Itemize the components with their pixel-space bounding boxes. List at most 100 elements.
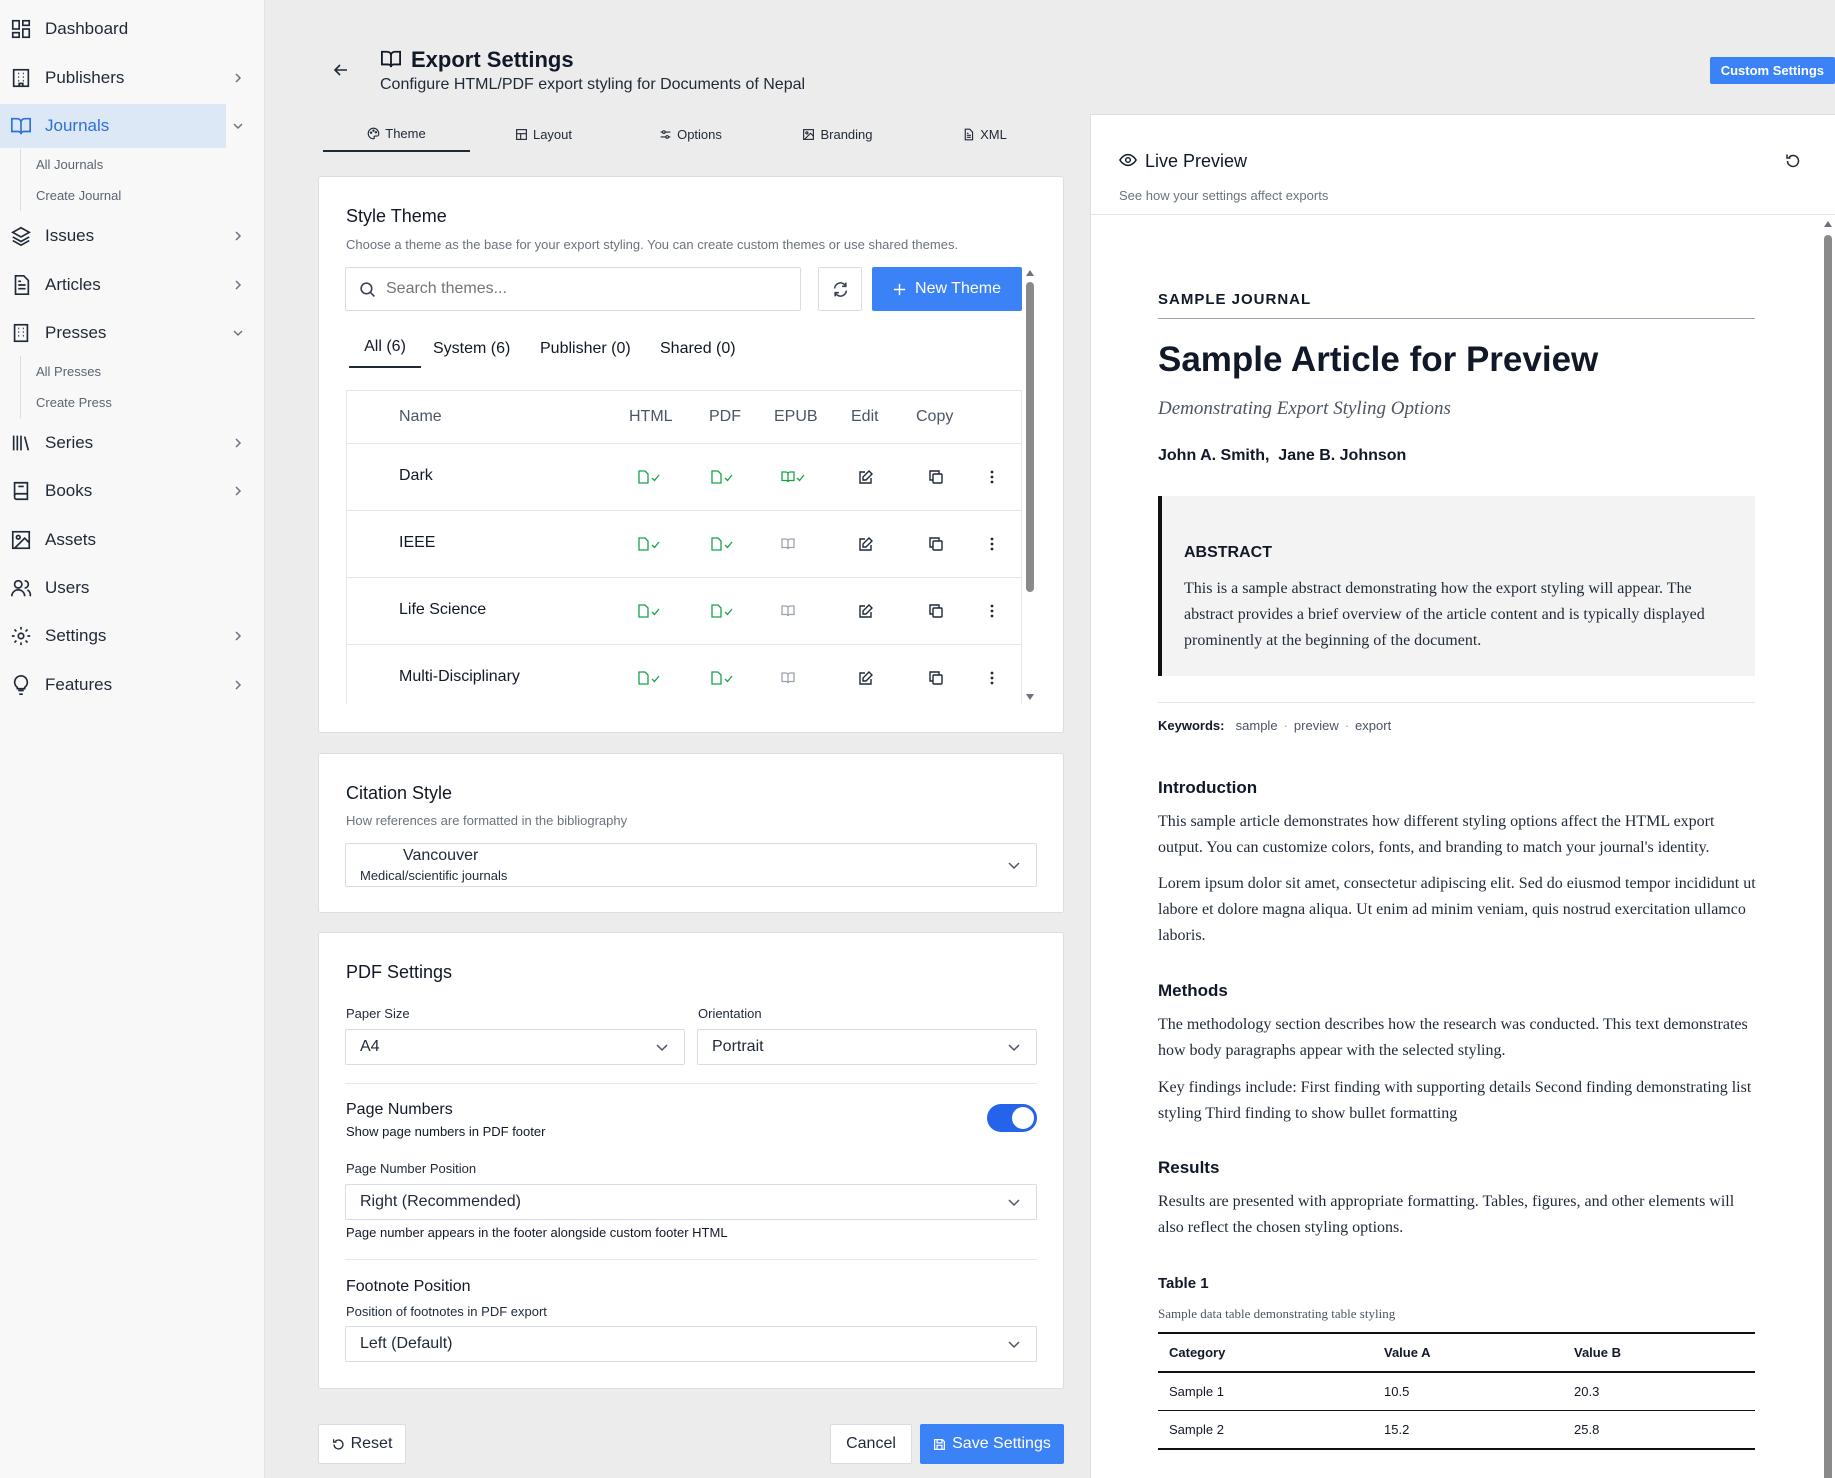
table-row[interactable]: Multi-Disciplinary xyxy=(346,644,1022,710)
tab-layout[interactable]: Layout xyxy=(470,116,617,152)
sidebar-item-series[interactable]: Series xyxy=(0,421,264,465)
sidebar-item-label: Features xyxy=(45,675,113,694)
reset-button[interactable]: Reset xyxy=(318,1424,406,1464)
layout-icon xyxy=(516,128,527,140)
sidebar-item-users[interactable]: Users xyxy=(0,566,264,610)
more-vertical-icon[interactable] xyxy=(990,469,994,485)
page-numbers-toggle[interactable] xyxy=(987,1104,1037,1132)
table-header: Value B xyxy=(1563,1332,1755,1373)
filter-shared[interactable]: Shared (0) xyxy=(660,326,736,372)
edit-icon[interactable] xyxy=(858,670,874,686)
author: John A. Smith, xyxy=(1158,447,1270,464)
filter-publisher[interactable]: Publisher (0) xyxy=(540,326,631,372)
building-icon xyxy=(12,68,30,88)
subnav-create-journal[interactable]: Create Journal xyxy=(21,180,121,211)
custom-settings-button[interactable]: Custom Settings xyxy=(1709,57,1835,84)
refresh-preview-icon[interactable] xyxy=(1785,153,1801,169)
chevron-right-icon xyxy=(235,486,242,496)
chevron-right-icon xyxy=(235,438,242,448)
tab-label: Options xyxy=(677,126,722,142)
scroll-up-icon xyxy=(1824,221,1832,227)
copy-icon[interactable] xyxy=(928,536,944,552)
subnav-all-journals[interactable]: All Journals xyxy=(21,149,121,180)
edit-icon[interactable] xyxy=(858,603,874,619)
copy-icon[interactable] xyxy=(928,603,944,619)
new-theme-button[interactable]: New Theme xyxy=(872,267,1022,311)
more-vertical-icon[interactable] xyxy=(990,603,994,619)
footnote-position-desc: Position of footnotes in PDF export xyxy=(346,1304,547,1319)
tab-xml[interactable]: XML xyxy=(911,116,1058,152)
sidebar-item-articles[interactable]: Articles xyxy=(0,263,264,307)
divider xyxy=(1091,214,1835,215)
paper-size-value: A4 xyxy=(360,1038,380,1055)
cancel-button[interactable]: Cancel xyxy=(830,1424,912,1464)
palette-icon xyxy=(367,127,380,139)
more-vertical-icon[interactable] xyxy=(990,536,994,552)
table-cell: Sample 2 xyxy=(1158,1410,1373,1450)
divider xyxy=(1158,318,1755,319)
section-heading: Methods xyxy=(1158,981,1228,1000)
filter-system[interactable]: System (6) xyxy=(433,326,510,372)
subnav-all-presses[interactable]: All Presses xyxy=(21,356,112,387)
sidebar-item-assets[interactable]: Assets xyxy=(0,518,264,562)
article-subtitle: Demonstrating Export Styling Options xyxy=(1158,398,1451,419)
back-arrow-icon[interactable] xyxy=(333,62,349,78)
subnav-create-press[interactable]: Create Press xyxy=(21,387,112,418)
layers-icon xyxy=(11,226,31,247)
sidebar-item-features[interactable]: Features xyxy=(0,663,264,707)
html-status-icon xyxy=(636,469,666,485)
citation-style-card: Citation Style How references are format… xyxy=(318,753,1064,913)
table-row[interactable]: IEEE xyxy=(346,510,1022,576)
live-preview-panel: Live Preview See how your settings affec… xyxy=(1090,114,1835,1478)
filter-all[interactable]: All (6) xyxy=(349,326,421,368)
citation-style-select[interactable]: Vancouver Medical/scientific journals xyxy=(345,843,1037,887)
col-epub: EPUB xyxy=(774,408,818,425)
sidebar-item-presses[interactable]: Presses xyxy=(0,311,264,355)
new-theme-label: New Theme xyxy=(915,280,1001,297)
copy-icon[interactable] xyxy=(928,469,944,485)
page-number-position-select[interactable]: Right (Recommended) xyxy=(345,1184,1037,1220)
citation-style-desc: Medical/scientific journals xyxy=(360,868,508,883)
footnote-position-value: Left (Default) xyxy=(360,1335,453,1352)
theme-search-box xyxy=(345,267,801,311)
sidebar-item-label: Books xyxy=(45,481,93,500)
chevron-down-icon xyxy=(656,1044,668,1052)
theme-search-input[interactable] xyxy=(386,277,786,301)
paper-size-select[interactable]: A4 xyxy=(345,1029,685,1065)
html-status-icon xyxy=(636,603,666,619)
epub-status-icon xyxy=(780,603,810,619)
tab-theme[interactable]: Theme xyxy=(323,116,470,152)
author: Jane B. Johnson xyxy=(1278,447,1407,464)
scrollbar-thumb[interactable] xyxy=(1026,282,1034,592)
preview-scrollbar-thumb[interactable] xyxy=(1824,235,1832,1478)
table-row[interactable]: Life Science xyxy=(346,577,1022,643)
sidebar-item-issues[interactable]: Issues xyxy=(0,214,264,258)
refresh-themes-button[interactable] xyxy=(818,267,862,311)
book-open-icon xyxy=(11,117,31,135)
more-vertical-icon[interactable] xyxy=(990,670,994,686)
orientation-select[interactable]: Portrait xyxy=(697,1029,1037,1065)
table-cell: 20.3 xyxy=(1563,1372,1755,1411)
orientation-value: Portrait xyxy=(712,1038,764,1055)
sidebar-item-settings[interactable]: Settings xyxy=(0,614,264,658)
theme-name: Dark xyxy=(399,467,433,484)
journals-subnav: All Journals Create Journal xyxy=(20,149,121,211)
footnote-position-select[interactable]: Left (Default) xyxy=(345,1326,1037,1362)
table-scrollbar[interactable] xyxy=(1024,270,1036,702)
sidebar-item-journals[interactable]: Journals xyxy=(0,104,243,148)
table-cell: 15.2 xyxy=(1373,1410,1563,1450)
sidebar-item-books[interactable]: Books xyxy=(0,469,264,513)
tab-branding[interactable]: Branding xyxy=(764,116,911,152)
footnote-position-label: Footnote Position xyxy=(346,1278,471,1295)
journal-name: SAMPLE JOURNAL xyxy=(1158,291,1312,308)
sidebar-item-publishers[interactable]: Publishers xyxy=(0,56,264,100)
edit-icon[interactable] xyxy=(858,536,874,552)
sidebar-item-dashboard[interactable]: Dashboard xyxy=(0,7,264,51)
edit-icon[interactable] xyxy=(858,469,874,485)
body-paragraph: The methodology section describes how th… xyxy=(1158,1016,1748,1059)
copy-icon[interactable] xyxy=(928,670,944,686)
separator: · xyxy=(1283,718,1288,733)
save-settings-button[interactable]: Save Settings xyxy=(920,1424,1064,1464)
table-row[interactable]: Dark xyxy=(346,443,1022,509)
tab-options[interactable]: Options xyxy=(617,116,764,152)
